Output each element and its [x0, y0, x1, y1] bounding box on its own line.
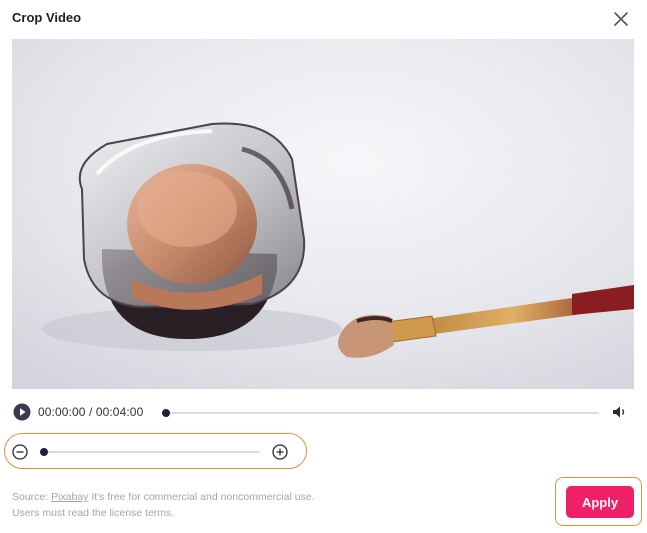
- total-duration: 00:04:00: [95, 405, 144, 419]
- current-time: 00:00:00: [38, 405, 86, 419]
- source-attribution: Source: Pixabay It's free for commercial…: [12, 489, 315, 521]
- playback-track[interactable]: [167, 412, 599, 414]
- zoom-track[interactable]: [42, 451, 260, 453]
- video-frame-image: [12, 39, 634, 389]
- dialog-title: Crop Video: [12, 10, 82, 25]
- time-separator: /: [85, 405, 96, 419]
- pixabay-link[interactable]: Pixabay: [51, 491, 88, 503]
- zoom-out-icon: [12, 444, 28, 460]
- volume-button[interactable]: [612, 405, 628, 419]
- play-button[interactable]: [13, 403, 31, 421]
- zoom-in-icon: [272, 444, 288, 460]
- playback-time: 00:00:00 / 00:04:00: [38, 405, 143, 419]
- zoom-in-button[interactable]: [272, 444, 288, 460]
- crop-video-dialog: Crop Video 00:00:00 / 00:04:00 Source: P…: [0, 0, 647, 533]
- play-icon: [13, 403, 31, 421]
- license-note: Users must read the license terms.: [12, 507, 175, 519]
- source-suffix: It's free for commercial and noncommerci…: [88, 491, 315, 503]
- source-line: Source: Pixabay It's free for commercial…: [12, 489, 315, 505]
- source-prefix: Source:: [12, 491, 52, 503]
- close-icon: [614, 12, 628, 26]
- video-preview[interactable]: [12, 39, 634, 389]
- zoom-handle[interactable]: [40, 448, 48, 456]
- zoom-out-button[interactable]: [12, 444, 28, 460]
- volume-icon: [613, 406, 625, 418]
- playback-scrubber[interactable]: [162, 409, 170, 417]
- close-button[interactable]: [612, 10, 630, 28]
- apply-button[interactable]: Apply: [566, 486, 634, 518]
